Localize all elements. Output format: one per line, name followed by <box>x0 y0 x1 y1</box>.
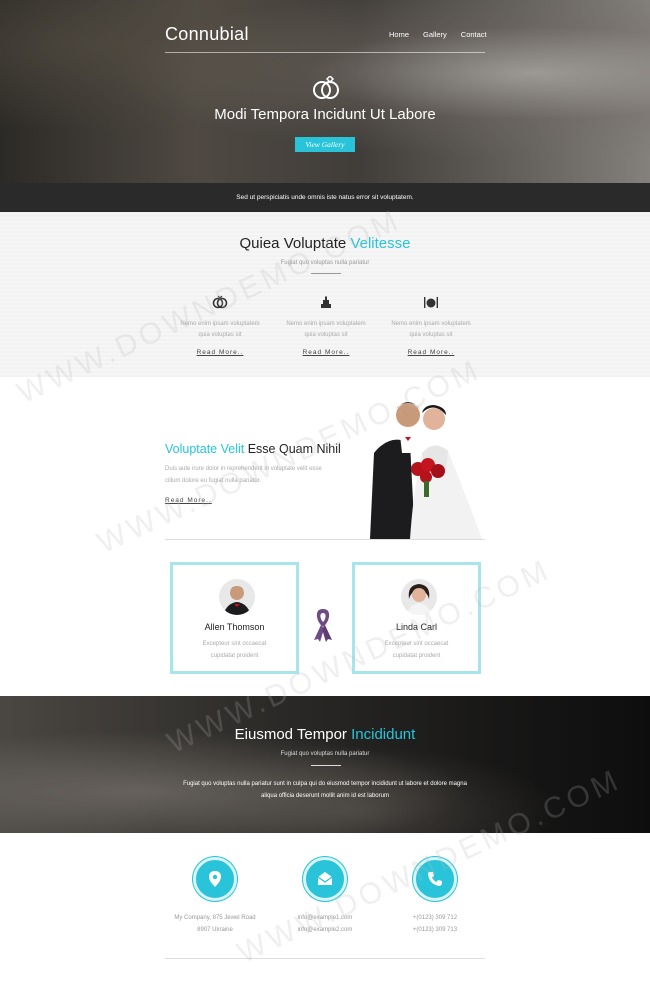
service-text: Nemo enim ipsam voluptatem quia voluptas… <box>381 319 481 341</box>
services-title-accent: Velitesse <box>350 235 411 252</box>
location-button[interactable] <box>193 857 237 901</box>
ribbon-icon <box>314 609 332 642</box>
hero-title: Modi Tempora Incidunt Ut Labore <box>214 106 436 123</box>
service-text-line: quia voluptas sit <box>198 332 242 338</box>
phone-line: +(0123) 309 713 <box>412 927 458 933</box>
service-text: Nemo enim ipsam voluptatem quia voluptas… <box>170 319 270 341</box>
phone-line: +(0123) 309 712 <box>412 915 458 921</box>
event-text: Fugiat quo voluptas nulla pariatur sunt … <box>165 778 485 802</box>
address-text: My Company, 875 Jewel Road 8907 Ukraine <box>160 912 270 936</box>
avatar <box>401 579 437 615</box>
services-title-main: Quiea Voluptate <box>239 235 347 252</box>
avatar <box>219 579 255 615</box>
nav-contact[interactable]: Contact <box>461 30 487 39</box>
address-line: My Company, 875 Jewel Road <box>174 915 256 921</box>
event-text-line: Fugiat quo voluptas nulla pariatur sunt … <box>183 781 467 787</box>
email-text: info@example1.com info@example2.com <box>270 912 380 936</box>
service-item: Nemo enim ipsam voluptatem quia voluptas… <box>381 295 481 359</box>
services-divider <box>311 273 341 274</box>
profile-text: Excepteur sint occaecat cupidatat proide… <box>173 638 296 662</box>
service-text: Nemo enim ipsam voluptatem quia voluptas… <box>276 319 376 341</box>
service-item: Nemo enim ipsam voluptatem quia voluptas… <box>170 295 270 359</box>
service-text-line: quia voluptas sit <box>304 332 348 338</box>
about-text: Duis aute irure dolor in reprehenderit i… <box>165 463 345 487</box>
service-text-line: quia voluptas sit <box>409 332 453 338</box>
services-section: Quiea Voluptate Velitesse Fugiat quo vol… <box>0 212 650 377</box>
nav-gallery[interactable]: Gallery <box>423 30 447 39</box>
profile-text-line: cupidatat proident <box>392 653 441 659</box>
event-text-line: aliqua officia deserunt mollit anim id e… <box>261 793 389 799</box>
about-text-line: Duis aute irure dolor in reprehenderit i… <box>165 466 322 472</box>
email-link[interactable]: info@example1.com <box>270 912 380 924</box>
profile-card-bride: Linda Carl Excepteur sint occaecat cupid… <box>352 562 481 674</box>
map-pin-icon <box>209 871 221 887</box>
address-line: 8907 Ukraine <box>197 927 233 933</box>
event-title-accent: Incididunt <box>351 726 416 743</box>
view-gallery-button[interactable]: View Gallery <box>295 137 355 152</box>
profile-text-line: Excepteur sint occaecat <box>384 641 449 647</box>
profile-name: Allen Thomson <box>204 622 265 632</box>
service-text-line: Nemo enim ipsam voluptatem <box>286 321 366 327</box>
tagline-bar: Sed ut perspiciatis unde omnis iste natu… <box>0 183 650 212</box>
nav-home[interactable]: Home <box>389 30 409 39</box>
services-title: Quiea Voluptate Velitesse <box>0 235 650 252</box>
about-title-main: Esse Quam Nihil <box>247 442 341 456</box>
read-more-link[interactable]: Read More.. <box>408 349 455 356</box>
email-link[interactable]: info@example2.com <box>270 924 380 936</box>
hero-section: Connubial Home Gallery Contact Modi Temp… <box>0 0 650 183</box>
brand-logo[interactable]: Connubial <box>165 24 249 45</box>
phone-button[interactable] <box>413 857 457 901</box>
read-more-link[interactable]: Read More.. <box>197 349 244 356</box>
service-text-line: Nemo enim ipsam voluptatem <box>180 321 260 327</box>
about-text-line: cillum dolore eu fugiat nulla pariatur. <box>165 478 262 484</box>
profile-text-line: cupidatat proident <box>210 653 259 659</box>
about-read-more-link[interactable]: Read More.. <box>165 497 212 504</box>
section-divider <box>165 539 485 540</box>
read-more-link[interactable]: Read More.. <box>303 349 350 356</box>
email-button[interactable] <box>303 857 347 901</box>
dining-icon <box>424 297 438 308</box>
about-title-accent: Voluptate Velit <box>165 442 245 456</box>
envelope-icon <box>317 872 333 885</box>
cake-icon <box>321 296 331 308</box>
main-nav: Home Gallery Contact <box>389 30 501 39</box>
services-subtitle: Fugiat quo voluptas nulla pariatur <box>280 260 370 266</box>
event-title-main: Eiusmod Tempor <box>234 726 347 743</box>
event-divider <box>311 765 341 766</box>
profile-text: Excepteur sint occaecat cupidatat proide… <box>355 638 478 662</box>
couple-photo <box>370 393 485 539</box>
phone-icon <box>428 872 442 886</box>
phone-text: +(0123) 309 712 +(0123) 309 713 <box>380 912 490 936</box>
event-title: Eiusmod Tempor Incididunt <box>0 726 650 743</box>
about-title: Voluptate Velit Esse Quam Nihil <box>165 442 341 456</box>
footer-divider <box>165 958 485 959</box>
profile-name: Linda Carl <box>395 622 438 632</box>
nav-divider <box>165 52 485 53</box>
rings-icon <box>212 295 228 309</box>
wedding-rings-icon <box>313 76 339 99</box>
service-text-line: Nemo enim ipsam voluptatem <box>391 321 471 327</box>
event-section: Eiusmod Tempor Incididunt Fugiat quo vol… <box>0 696 650 833</box>
service-item: Nemo enim ipsam voluptatem quia voluptas… <box>276 295 376 359</box>
profile-text-line: Excepteur sint occaecat <box>202 641 267 647</box>
profile-card-groom: Allen Thomson Excepteur sint occaecat cu… <box>170 562 299 674</box>
event-subtitle: Fugiat quo voluptas nulla pariatur <box>280 751 370 757</box>
